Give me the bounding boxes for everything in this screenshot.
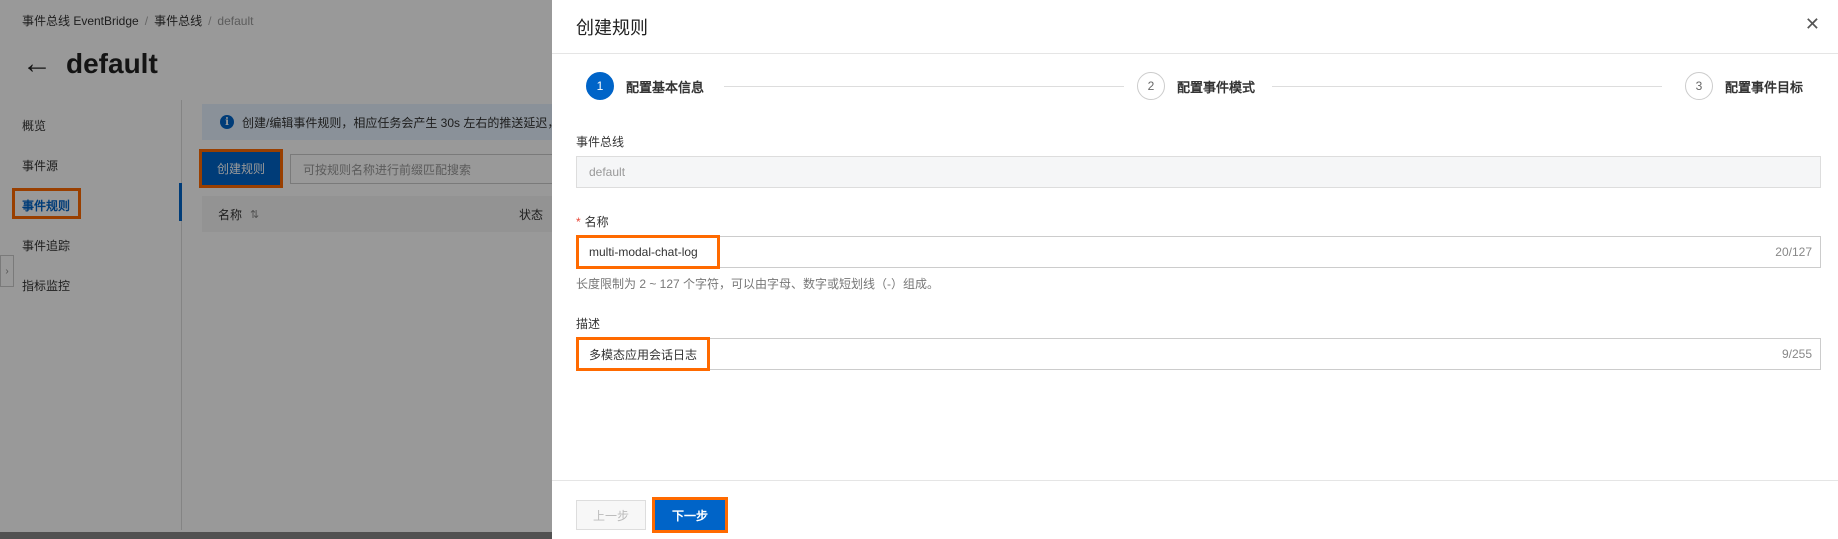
step-2: 2 配置事件模式 — [1137, 72, 1255, 100]
name-hint: 长度限制为 2 ~ 127 个字符，可以由字母、数字或短划线（-）组成。 — [576, 277, 940, 291]
step-number: 3 — [1685, 72, 1713, 100]
step-1: 1 配置基本信息 — [586, 72, 704, 100]
drawer-footer: 上一步 下一步 — [552, 480, 1838, 539]
step-connector — [1272, 86, 1662, 87]
name-counter: 20/127 — [1775, 245, 1812, 259]
event-bus-label: 事件总线 — [576, 135, 625, 149]
highlight-box — [576, 337, 710, 371]
stepper: 1 配置基本信息 2 配置事件模式 3 配置事件目标 — [552, 72, 1838, 102]
drawer-header: 创建规则 ✕ — [552, 0, 1838, 54]
step-connector — [724, 86, 1124, 87]
close-icon[interactable]: ✕ — [1805, 14, 1820, 35]
step-label: 配置事件目标 — [1725, 79, 1804, 95]
create-rule-drawer: 创建规则 ✕ 1 配置基本信息 2 配置事件模式 3 配置事件目标 事件总线 d… — [552, 0, 1838, 539]
step-number: 2 — [1137, 72, 1165, 100]
step-label: 配置事件模式 — [1177, 79, 1256, 95]
description-label: 描述 — [576, 317, 601, 331]
required-mark: * — [576, 215, 581, 229]
name-field[interactable]: multi-modal-chat-log 20/127 — [576, 236, 1821, 268]
highlight-box — [576, 235, 720, 269]
name-label: * 名称 — [576, 213, 609, 230]
description-field[interactable]: 多模态应用会话日志 9/255 — [576, 338, 1821, 370]
previous-button[interactable]: 上一步 — [576, 500, 646, 530]
step-3: 3 配置事件目标 — [1685, 72, 1803, 100]
next-button[interactable]: 下一步 — [652, 497, 728, 533]
step-label: 配置基本信息 — [626, 79, 705, 95]
description-counter: 9/255 — [1781, 347, 1812, 361]
step-number: 1 — [586, 72, 614, 100]
drawer-title: 创建规则 — [576, 18, 648, 38]
name-label-text: 名称 — [584, 215, 609, 229]
event-bus-field: default — [576, 156, 1821, 188]
